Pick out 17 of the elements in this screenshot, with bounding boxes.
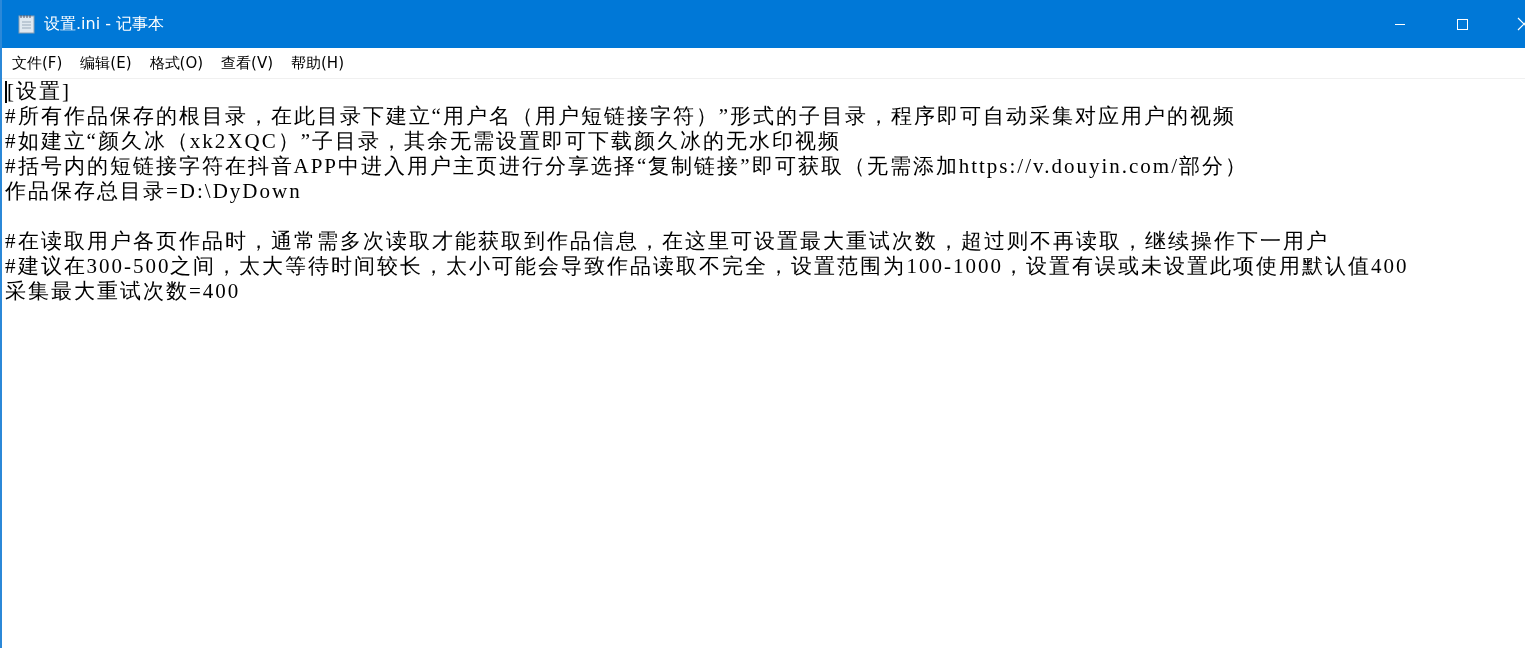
menu-item[interactable]: 查看(V)	[221, 53, 273, 73]
text-line: 采集最大重试次数=400	[5, 279, 241, 304]
text-line: #所有作品保存的根目录，在此目录下建立“用户名（用户短链接字符）”形式的子目录，程序即可自动采集对应用户的视频	[5, 104, 1237, 129]
menu-item[interactable]: 帮助(H)	[291, 53, 344, 73]
menu-item[interactable]: 编辑(E)	[80, 53, 132, 73]
notepad-icon	[18, 14, 36, 34]
text-line: #如建立“颜久冰（xk2XQC）”子目录，其余无需设置即可下载颜久冰的无水印视频	[5, 129, 841, 154]
menu-item[interactable]: 文件(F)	[12, 53, 63, 73]
text-line: [设置]	[7, 79, 71, 104]
text-line: #括号内的短链接字符在抖音APP中进入用户主页进行分享选择“复制链接”即可获取（无需添加https://v.douyin.com/部分）	[5, 154, 1248, 179]
text-line: #建议在300-500之间，太大等待时间较长，太小可能会导致作品读取不完全，设置范围为100-1000，设置有误或未设置此项使用默认值400	[5, 254, 1409, 279]
text-caret	[5, 80, 7, 103]
maximize-icon	[1456, 18, 1468, 30]
window-title: 设置.ini - 记事本	[44, 13, 165, 35]
menu-item[interactable]: 格式(O)	[149, 53, 204, 73]
text-line: #在读取用户各页作品时，通常需多次读取才能获取到作品信息，在这里可设置最大重试次数，超过则不再读取，继续操作下一用户	[5, 229, 1329, 254]
text-line: 作品保存总目录=D:\DyDown	[5, 179, 302, 204]
